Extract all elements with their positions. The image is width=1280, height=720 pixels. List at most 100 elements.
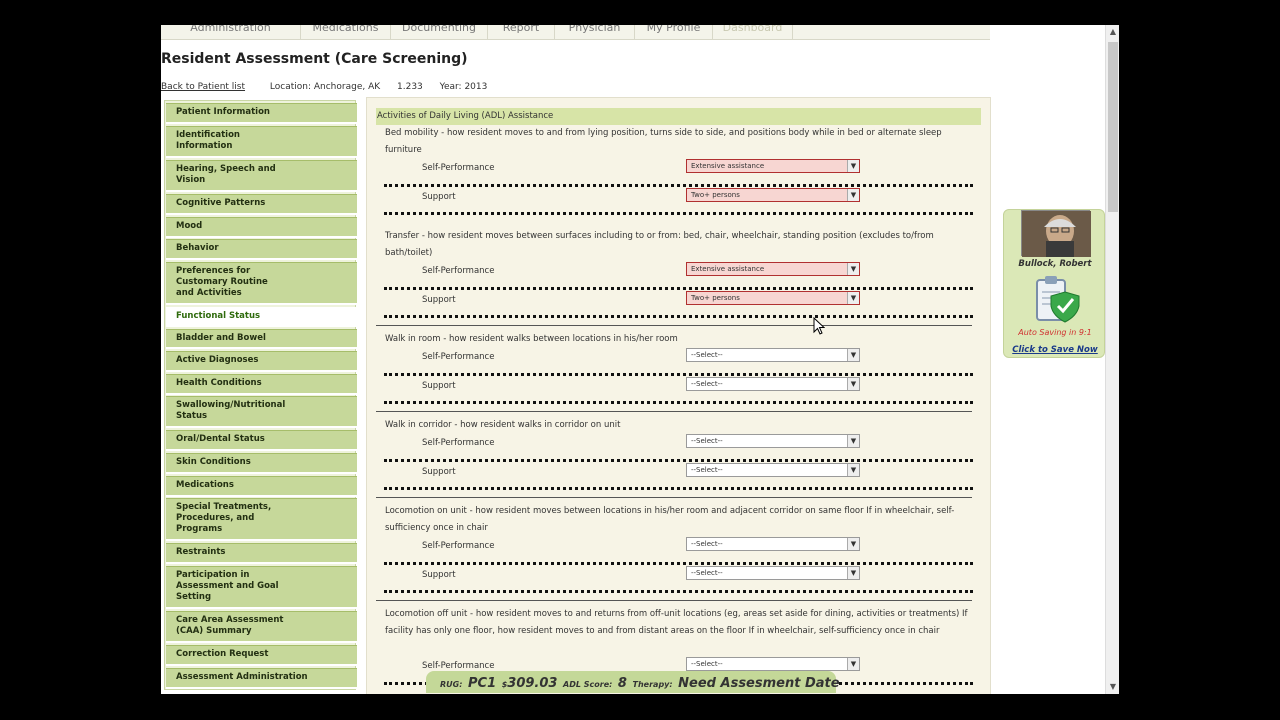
chevron-down-icon[interactable]: ▼ xyxy=(847,538,859,550)
chevron-down-icon[interactable]: ▼ xyxy=(847,160,859,172)
support-select[interactable]: --Select-- ▼ xyxy=(686,566,860,580)
chevron-down-icon[interactable]: ▼ xyxy=(847,263,859,275)
self-performance-label: Self-Performance xyxy=(422,266,495,276)
sidebar-item[interactable]: Patient Information xyxy=(166,103,357,124)
sidebar-item[interactable]: Participation in Assessment and Goal Set… xyxy=(166,566,357,609)
self-performance-select[interactable]: Extensive assistance ▼ xyxy=(686,159,860,173)
dotted-divider xyxy=(384,562,973,565)
self-performance-label: Self-Performance xyxy=(422,438,495,448)
dotted-divider xyxy=(384,287,973,290)
dotted-divider xyxy=(384,212,973,215)
rug-value: PC1 xyxy=(468,676,497,691)
dotted-divider xyxy=(384,315,973,318)
select-value: Two+ persons xyxy=(691,294,740,302)
select-value: Extensive assistance xyxy=(691,162,765,170)
sidebar-item[interactable]: Mood xyxy=(166,217,357,238)
sidebar-item[interactable]: Bladder and Bowel xyxy=(166,329,357,349)
patient-photo xyxy=(1022,211,1091,257)
down-arrow-icon[interactable]: ▼ xyxy=(1106,680,1119,694)
rug-label: RUG: xyxy=(440,680,463,689)
question-text: Transfer - how resident moves between su… xyxy=(385,231,934,258)
sidebar-item[interactable]: Cognitive Patterns xyxy=(166,194,357,215)
support-label: Support xyxy=(422,467,456,477)
dotted-divider xyxy=(384,459,973,462)
nav-tab-administration[interactable]: Administration xyxy=(161,25,301,39)
scroll-thumb[interactable] xyxy=(1108,42,1118,212)
auto-saving-text: Auto Saving in 9:1 xyxy=(1018,328,1092,337)
select-value: Two+ persons xyxy=(691,191,740,199)
clipboard-check-icon[interactable] xyxy=(1033,276,1081,328)
question-separator xyxy=(376,600,972,601)
sidebar-item[interactable]: Assessment Administration xyxy=(166,668,357,689)
sidebar-item[interactable]: Preferences for Customary Routine and Ac… xyxy=(166,262,357,305)
question-separator xyxy=(376,411,972,412)
chevron-down-icon[interactable]: ▼ xyxy=(847,567,859,579)
sidebar-item[interactable]: Hearing, Speech and Vision xyxy=(166,160,357,192)
chevron-down-icon[interactable]: ▼ xyxy=(847,189,859,201)
support-select[interactable]: --Select-- ▼ xyxy=(686,463,860,477)
self-performance-select[interactable]: --Select-- ▼ xyxy=(686,348,860,362)
nav-tab-report[interactable]: Report xyxy=(488,25,555,39)
therapy-label: Therapy: xyxy=(632,680,673,689)
self-performance-select[interactable]: --Select-- ▼ xyxy=(686,537,860,551)
self-performance-select[interactable]: --Select-- ▼ xyxy=(686,434,860,448)
vertical-scrollbar[interactable]: ▲ ▼ xyxy=(1105,25,1119,694)
sidebar-item[interactable]: Health Conditions xyxy=(166,374,357,395)
dotted-divider xyxy=(384,184,973,187)
support-select[interactable]: --Select-- ▼ xyxy=(686,377,860,391)
sidebar-item[interactable]: Oral/Dental Status xyxy=(166,430,357,451)
chevron-down-icon[interactable]: ▼ xyxy=(847,349,859,361)
select-value: --Select-- xyxy=(691,351,723,359)
sidebar-item[interactable]: Skin Conditions xyxy=(166,453,357,474)
patient-widget: Bullock, Robert Auto Saving in 9:1 Click… xyxy=(1003,209,1105,358)
nav-tab-dashboard[interactable]: Dashboard xyxy=(713,25,793,39)
dotted-divider xyxy=(384,487,973,490)
select-value: Extensive assistance xyxy=(691,265,765,273)
chevron-down-icon[interactable]: ▼ xyxy=(847,435,859,447)
sidebar-item[interactable]: Active Diagnoses xyxy=(166,351,357,372)
chevron-down-icon[interactable]: ▼ xyxy=(847,292,859,304)
sidebar-item[interactable]: Special Treatments, Procedures, and Prog… xyxy=(166,498,357,541)
self-performance-select[interactable]: --Select-- ▼ xyxy=(686,657,860,671)
sidebar-item[interactable]: Behavior xyxy=(166,239,357,260)
chevron-down-icon[interactable]: ▼ xyxy=(847,378,859,390)
nav-tab-medications[interactable]: Medications xyxy=(301,25,391,39)
nav-tab-my-profile[interactable]: My Profile xyxy=(635,25,713,39)
patient-name: Bullock, Robert xyxy=(1018,259,1092,269)
support-label: Support xyxy=(422,295,456,305)
sidebar-item[interactable]: Medications xyxy=(166,476,357,497)
dotted-divider xyxy=(384,401,973,404)
sidebar-item[interactable]: Functional Status xyxy=(166,307,357,327)
self-performance-label: Self-Performance xyxy=(422,163,495,173)
assessment-form-panel: Activities of Daily Living (ADL) Assista… xyxy=(366,97,991,694)
self-performance-select[interactable]: Extensive assistance ▼ xyxy=(686,262,860,276)
question-text: Walk in corridor - how resident walks in… xyxy=(385,420,621,430)
click-to-save-now-link[interactable]: Click to Save Now xyxy=(1004,345,1106,355)
top-navigation: Administration Medications Documenting R… xyxy=(161,25,990,40)
patient-meta-row: Back to Patient list Location: Anchorage… xyxy=(161,82,501,92)
select-value: --Select-- xyxy=(691,437,723,445)
sidebar-item[interactable]: Swallowing/Nutritional Status xyxy=(166,396,357,428)
back-to-patient-list-link[interactable]: Back to Patient list xyxy=(161,82,245,92)
sidebar-item[interactable]: Restraints xyxy=(166,543,357,564)
sidebar-item[interactable]: Identification Information xyxy=(166,126,357,158)
adl-score-label: ADL Score: xyxy=(563,680,613,689)
select-value: --Select-- xyxy=(691,569,723,577)
nav-tab-physician[interactable]: Physician xyxy=(555,25,635,39)
location-text: Location: Anchorage, AK xyxy=(269,82,381,92)
up-arrow-icon[interactable]: ▲ xyxy=(1106,25,1119,39)
nav-tab-documenting[interactable]: Documenting xyxy=(391,25,488,39)
support-label: Support xyxy=(422,570,456,580)
dotted-divider xyxy=(384,373,973,376)
self-performance-label: Self-Performance xyxy=(422,661,495,671)
sidebar-item[interactable]: Care Area Assessment (CAA) Summary xyxy=(166,611,357,643)
support-select[interactable]: Two+ persons ▼ xyxy=(686,291,860,305)
chevron-down-icon[interactable]: ▼ xyxy=(847,658,859,670)
self-performance-label: Self-Performance xyxy=(422,541,495,551)
question-text: Locomotion on unit - how resident moves … xyxy=(385,506,955,533)
support-select[interactable]: Two+ persons ▼ xyxy=(686,188,860,202)
chevron-down-icon[interactable]: ▼ xyxy=(847,464,859,476)
avatar xyxy=(1021,210,1091,257)
rug-amount: 309.03 xyxy=(507,676,558,691)
sidebar-item[interactable]: Correction Request xyxy=(166,645,357,666)
